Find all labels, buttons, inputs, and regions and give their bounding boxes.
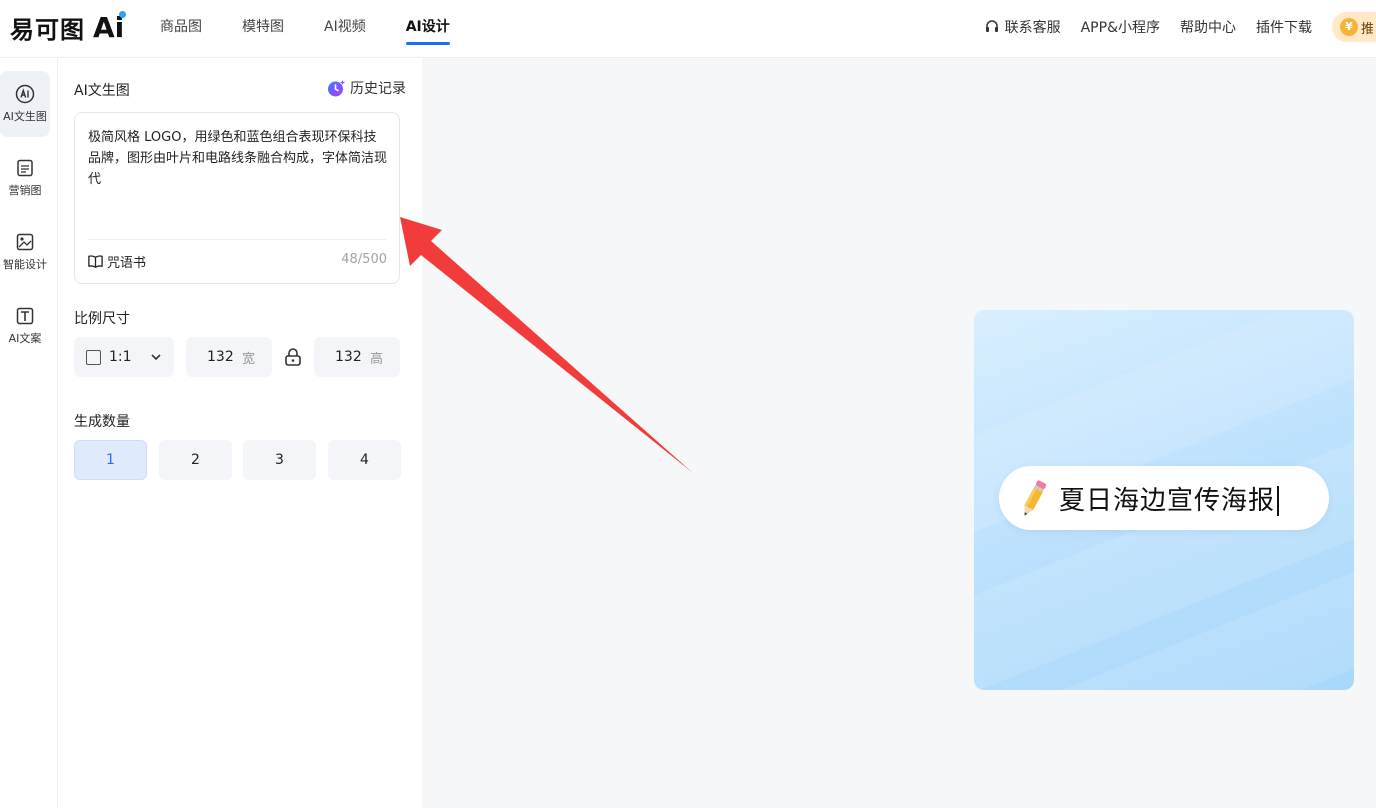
settings-panel: AI文生图 历史记录 极简风格 LOGO，用绿色和蓝色组合表现环保科技品牌，图形… — [58, 58, 422, 808]
sidebar-item-marketing[interactable]: 营销图 — [0, 145, 50, 211]
history-icon — [328, 80, 345, 97]
vip-label: 推 — [1361, 21, 1373, 37]
width-unit: 宽 — [242, 351, 256, 367]
image-edit-icon — [16, 233, 34, 251]
ai-icon — [15, 84, 35, 104]
sidebar-item-smart-design[interactable]: 智能设计 — [0, 219, 50, 285]
text-icon — [16, 307, 34, 325]
plugin-download-link[interactable]: 插件下载 — [1256, 17, 1312, 37]
main-nav: 商品图 模特图 AI视频 AI设计 — [160, 0, 490, 58]
sidebar-item-label: 营销图 — [8, 184, 42, 197]
nav-item-model-image[interactable]: 模特图 — [242, 0, 284, 58]
sidebar-item-label: 智能设计 — [3, 258, 47, 271]
count-option-2[interactable]: 2 — [159, 440, 232, 480]
history-button[interactable]: 历史记录 — [326, 78, 406, 98]
brand-logo[interactable]: 易可图 Ai — [10, 10, 127, 44]
nav-item-ai-design[interactable]: AI设计 — [405, 0, 450, 58]
example-prompt-pill: 夏日海边宣传海报 — [999, 466, 1329, 530]
width-field[interactable]: 1328 宽 — [186, 337, 272, 377]
logo-text: 易可图 — [10, 15, 85, 44]
support-link[interactable]: 联系客服 — [984, 17, 1061, 37]
count-section-label: 生成数量 — [74, 414, 130, 430]
sidebar-item-label: AI文生图 — [3, 110, 47, 123]
pencil-icon — [1024, 480, 1047, 516]
divider — [88, 239, 386, 240]
count-option-4[interactable]: 4 — [328, 440, 401, 480]
example-prompt-text: 夏日海边宣传海报 — [1059, 480, 1280, 517]
app-link[interactable]: APP&小程序 — [1081, 17, 1160, 37]
book-icon — [88, 255, 103, 268]
height-unit: 高 — [370, 351, 384, 367]
header-links: 联系客服 APP&小程序 帮助中心 插件下载 ¥ 推 — [984, 0, 1376, 54]
prompt-input[interactable]: 极简风格 LOGO，用绿色和蓝色组合表现环保科技品牌，图形由叶片和电路线条融合构… — [74, 112, 400, 284]
prompt-text[interactable]: 极简风格 LOGO，用绿色和蓝色组合表现环保科技品牌，图形由叶片和电路线条融合构… — [88, 127, 388, 190]
panel-title: AI文生图 — [74, 83, 130, 99]
coin-icon: ¥ — [1340, 18, 1358, 36]
spellbook-button[interactable]: 咒语书 — [87, 252, 146, 271]
sidebar-item-ai-text-to-image[interactable]: AI文生图 — [0, 71, 50, 137]
ratio-value: 1:1 — [109, 349, 132, 365]
sidebar-item-ai-copywriting[interactable]: AI文案 — [0, 293, 50, 359]
ratio-select[interactable]: 1:1 — [74, 337, 174, 377]
nav-item-ai-video[interactable]: AI视频 — [324, 0, 366, 58]
logo-ai-mark: Ai — [93, 10, 127, 44]
headset-icon — [985, 20, 998, 32]
count-option-3[interactable]: 3 — [243, 440, 316, 480]
preview-card[interactable]: 夏日海边宣传海报 — [974, 310, 1354, 690]
top-bar: 易可图 Ai 商品图 模特图 AI视频 AI设计 联系客服 APP&小程序 帮助… — [0, 0, 1376, 58]
history-label: 历史记录 — [350, 81, 406, 97]
ratio-section-label: 比例尺寸 — [74, 311, 130, 327]
preview-canvas: 夏日海边宣传海报 — [422, 58, 1376, 808]
nav-item-product-image[interactable]: 商品图 — [160, 0, 202, 58]
height-field[interactable]: 1328 高 — [314, 337, 400, 377]
vip-button[interactable]: ¥ 推 — [1332, 12, 1376, 42]
height-value[interactable]: 1328 — [335, 349, 361, 365]
spellbook-label: 咒语书 — [107, 256, 147, 271]
width-value[interactable]: 1328 — [207, 349, 233, 365]
lock-icon[interactable] — [284, 347, 302, 367]
poster-icon — [17, 159, 33, 177]
support-label: 联系客服 — [1004, 20, 1061, 36]
character-counter: 48/500 — [341, 252, 387, 267]
help-link[interactable]: 帮助中心 — [1180, 17, 1236, 37]
sidebar-item-label: AI文案 — [8, 332, 42, 345]
chevron-down-icon — [151, 354, 161, 361]
left-sidebar: AI文生图 营销图 智能设计 AI文案 — [0, 58, 58, 808]
count-option-1[interactable]: 1 — [74, 440, 147, 480]
square-icon — [86, 349, 101, 365]
text-caret — [1277, 486, 1280, 516]
